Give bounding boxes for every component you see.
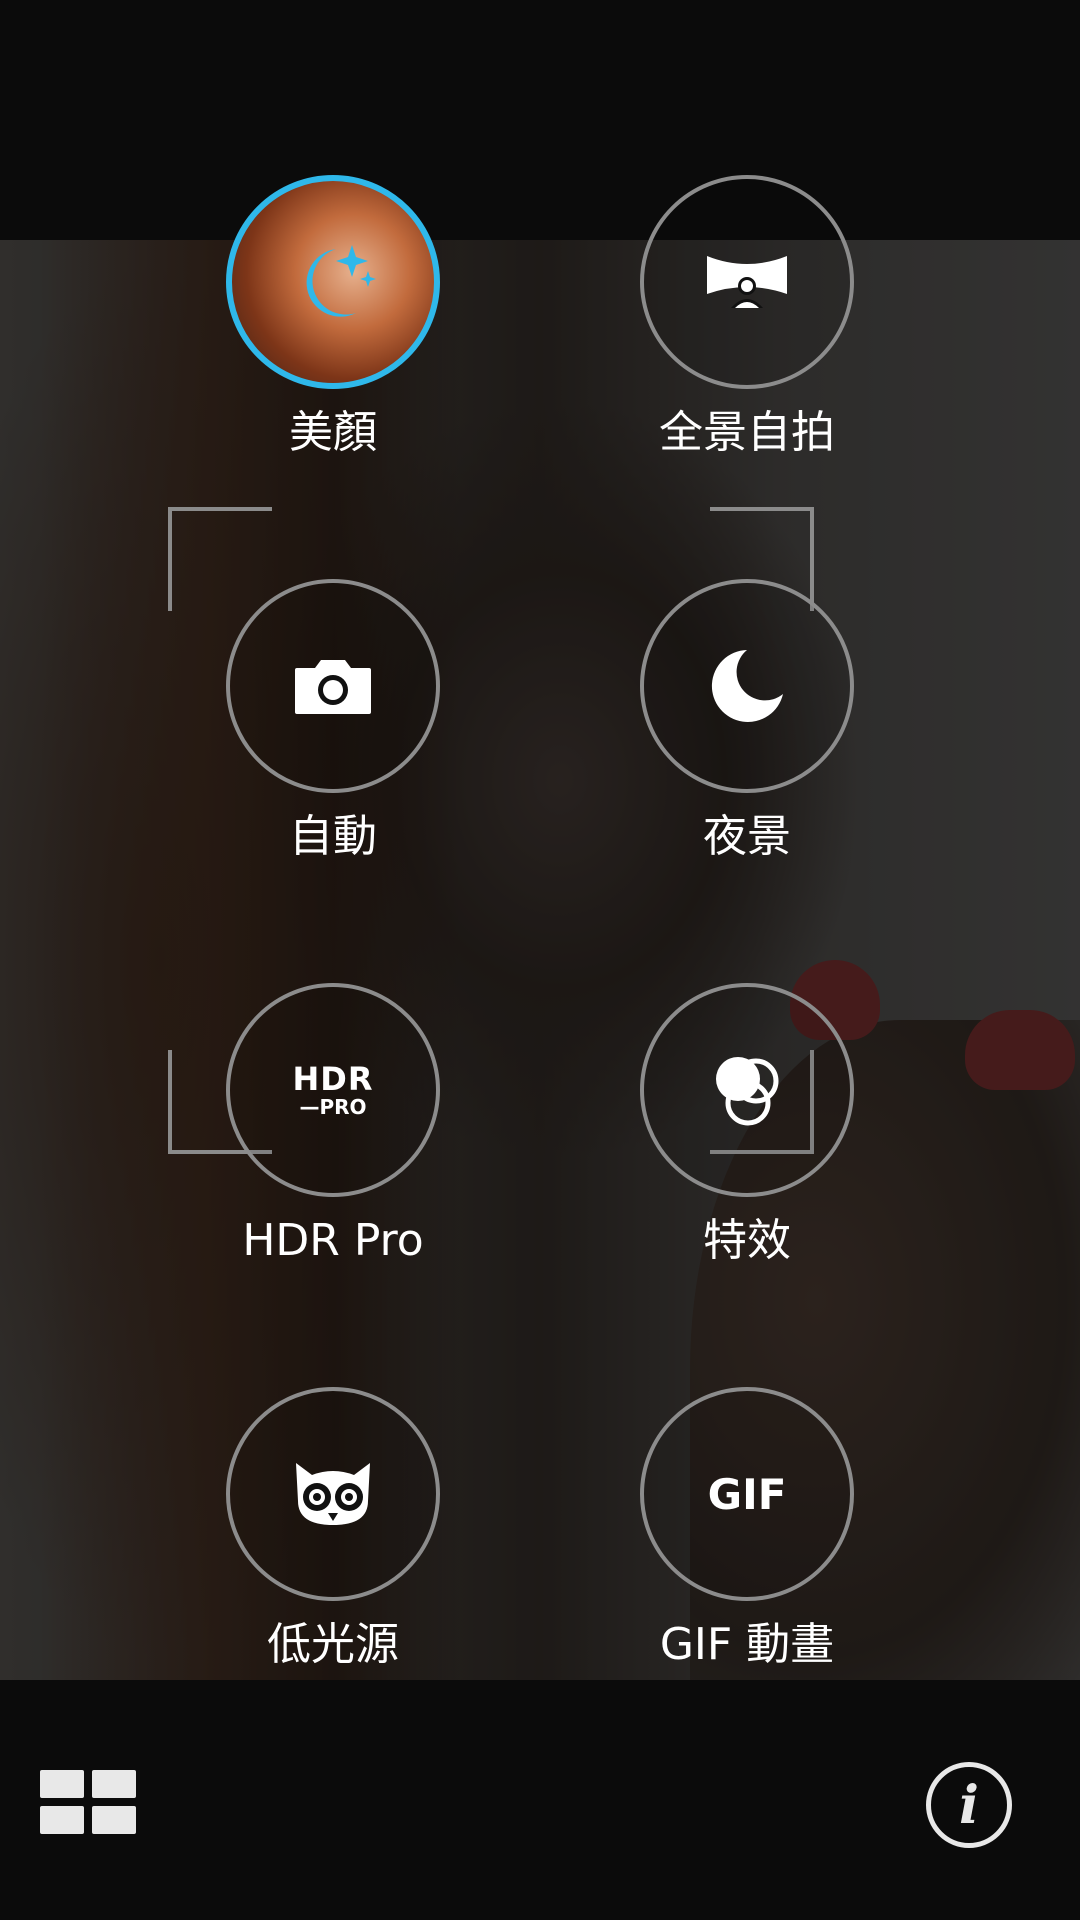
mode-ring[interactable]: [226, 579, 440, 793]
mode-label: 全景自拍: [659, 407, 835, 458]
mode-label: 夜景: [703, 811, 791, 862]
grid-cell: [40, 1806, 84, 1834]
mode-label: 自動: [289, 811, 377, 862]
mode-beauty[interactable]: 美顏: [183, 175, 483, 459]
info-glyph: i: [959, 1774, 979, 1836]
grid-cell: [40, 1770, 84, 1798]
mode-auto[interactable]: 自動: [183, 579, 483, 863]
hdr-pro-icon: HDR —PRO: [292, 1060, 374, 1119]
mode-ring[interactable]: GIF: [640, 1387, 854, 1601]
mode-beauty-ring[interactable]: [226, 175, 440, 389]
viewfinder-dim-overlay: [0, 240, 1080, 1680]
mode-effects[interactable]: 特效: [597, 983, 897, 1267]
mode-gif[interactable]: GIF GIF 動畫: [597, 1387, 897, 1671]
mode-label: 特效: [703, 1215, 791, 1266]
info-icon[interactable]: i: [926, 1762, 1012, 1848]
grid-modes-icon[interactable]: [40, 1770, 138, 1836]
gif-icon: GIF: [707, 1469, 787, 1519]
mode-hdr-pro[interactable]: HDR —PRO HDR Pro: [183, 983, 483, 1267]
moon-icon: [711, 650, 783, 722]
effects-circles-icon: [716, 1057, 779, 1126]
mode-ring[interactable]: HDR —PRO: [226, 983, 440, 1197]
owl-icon: [296, 1463, 370, 1525]
mode-night[interactable]: 夜景: [597, 579, 897, 863]
camera-icon: [295, 660, 371, 714]
mode-ring[interactable]: [640, 175, 854, 389]
bottom-bar: [0, 1680, 1080, 1920]
mode-panorama-selfie[interactable]: 全景自拍: [597, 175, 897, 459]
mode-label: 低光源: [267, 1619, 399, 1670]
mode-ring[interactable]: [226, 1387, 440, 1601]
grid-cell: [92, 1806, 136, 1834]
grid-cell: [92, 1770, 136, 1798]
beauty-face-icon: [306, 245, 376, 317]
mode-ring[interactable]: [640, 579, 854, 793]
mode-low-light[interactable]: 低光源: [183, 1387, 483, 1671]
mode-label: GIF 動畫: [659, 1619, 835, 1670]
camera-viewfinder[interactable]: [0, 240, 1080, 1680]
mode-label: HDR Pro: [242, 1215, 424, 1266]
mode-ring[interactable]: [640, 983, 854, 1197]
mode-label: 美顏: [289, 407, 377, 458]
top-bar: [0, 0, 1080, 240]
panorama-selfie-icon: [707, 256, 787, 308]
